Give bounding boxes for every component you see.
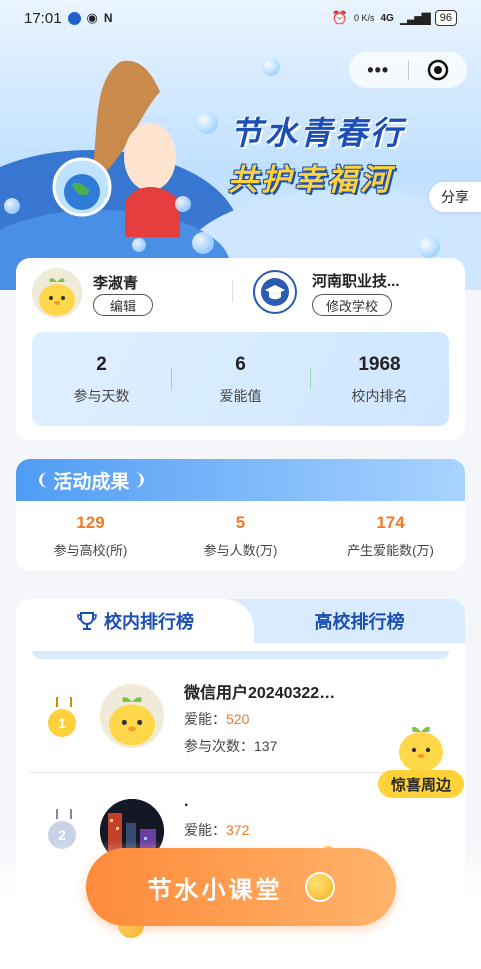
rank-count: 参与次数：137 bbox=[184, 736, 277, 756]
mini-program-capsule: ••• bbox=[349, 52, 467, 88]
bubble bbox=[262, 58, 280, 76]
avatar[interactable] bbox=[32, 268, 82, 318]
surprise-merch-button[interactable]: 惊喜周边 bbox=[378, 716, 464, 798]
result-participants: 5 参与人数(万) bbox=[166, 513, 315, 559]
result-label: 参与人数(万) bbox=[203, 543, 278, 558]
gold-medal-icon: 1 bbox=[48, 697, 76, 737]
rank-number: 1 bbox=[58, 715, 66, 731]
bubble bbox=[196, 112, 218, 134]
stat-value: 1968 bbox=[358, 354, 401, 375]
hero-title-line1: 节水青春行 bbox=[230, 115, 406, 151]
eye-icon: ◉ bbox=[86, 10, 98, 25]
signal-type: 4G bbox=[380, 12, 394, 24]
bubble bbox=[132, 238, 146, 252]
nfc-icon: N bbox=[103, 11, 113, 25]
personal-stats: 2 参与天数 6 爱能值 1968 校内排名 bbox=[32, 332, 449, 426]
tab-university-ranking[interactable]: 高校排行榜 bbox=[254, 599, 465, 643]
avatar bbox=[100, 684, 164, 748]
bubble bbox=[192, 232, 214, 254]
water-class-button[interactable]: 节水小课堂 bbox=[86, 848, 396, 926]
tab-school-ranking[interactable]: 校内排行榜 bbox=[16, 599, 254, 643]
status-bar: 17:01 ◉ N ⏰ 0 K/s 4G ▁▃▅▇ 96 bbox=[0, 0, 481, 36]
activity-results-card: ❨ 活动成果 ❩ 129 参与高校(所) 5 参与人数(万) 174 产生爱能数… bbox=[16, 459, 465, 571]
class-label: 节水小课堂 bbox=[147, 876, 283, 904]
results-header: ❨ 活动成果 ❩ bbox=[16, 459, 465, 501]
hero-title-line2: 共护幸福河 bbox=[228, 164, 393, 197]
location-icon bbox=[67, 11, 81, 25]
stat-days: 2 参与天数 bbox=[32, 332, 171, 426]
surprise-label: 惊喜周边 bbox=[378, 770, 464, 798]
stat-energy: 6 爱能值 bbox=[171, 332, 310, 426]
tab-label: 校内排行榜 bbox=[104, 612, 194, 632]
network-speed: 0 K/s bbox=[353, 13, 375, 23]
orange-icon bbox=[304, 872, 335, 902]
graduation-cap-icon bbox=[261, 278, 289, 306]
stat-label: 参与天数 bbox=[73, 388, 130, 404]
change-school-button[interactable]: 修改学校 bbox=[312, 294, 392, 316]
laurel-right-icon: ❩ bbox=[133, 472, 147, 489]
stat-label: 校内排名 bbox=[351, 388, 408, 404]
stat-label: 爱能值 bbox=[219, 388, 262, 404]
bubble bbox=[4, 198, 20, 214]
profile-card: 李淑青 编辑 河南职业技... 修改学校 2 参与天数 6 爱能值 1968 校… bbox=[16, 258, 465, 440]
close-button[interactable] bbox=[409, 59, 468, 81]
school-logo bbox=[253, 270, 297, 314]
battery-indicator: 96 bbox=[434, 10, 457, 26]
bubble bbox=[418, 236, 440, 258]
status-time: 17:01 bbox=[24, 9, 62, 27]
chick-avatar-icon bbox=[100, 684, 164, 748]
profile-divider bbox=[232, 280, 233, 302]
edit-button[interactable]: 编辑 bbox=[93, 294, 153, 316]
energy-label: 爱能： bbox=[184, 711, 226, 727]
result-universities: 129 参与高校(所) bbox=[16, 513, 165, 559]
alarm-icon: ⏰ bbox=[331, 10, 348, 25]
stat-value: 6 bbox=[235, 354, 246, 375]
energy-label: 爱能： bbox=[184, 822, 226, 838]
energy-value: 372 bbox=[226, 822, 250, 838]
girl-illustration bbox=[52, 60, 180, 237]
chick-mascot-icon bbox=[399, 726, 443, 772]
count-value: 137 bbox=[254, 738, 278, 754]
record-icon bbox=[427, 59, 448, 81]
count-label: 参与次数： bbox=[184, 738, 254, 754]
result-energy: 174 产生爱能数(万) bbox=[316, 513, 465, 559]
rank-energy: 爱能：372 bbox=[184, 820, 249, 840]
stat-value: 2 bbox=[96, 354, 107, 375]
laurel-left-icon: ❨ bbox=[36, 472, 50, 489]
result-value: 5 bbox=[235, 513, 246, 532]
energy-value: 520 bbox=[226, 711, 250, 727]
stat-rank: 1968 校内排名 bbox=[310, 332, 449, 426]
result-value: 174 bbox=[376, 513, 405, 532]
share-button[interactable]: 分享 bbox=[429, 182, 481, 212]
tab-indicator bbox=[32, 651, 449, 659]
signal-icon: ▁▃▅▇ bbox=[399, 11, 431, 25]
ranking-tabs: 校内排行榜 高校排行榜 bbox=[16, 599, 465, 643]
more-button[interactable]: ••• bbox=[349, 60, 408, 81]
bubble bbox=[175, 196, 191, 212]
user-name: 李淑青 bbox=[93, 275, 139, 292]
chick-avatar-icon bbox=[32, 268, 82, 318]
rank-user-name: . bbox=[184, 793, 189, 810]
result-label: 产生爱能数(万) bbox=[347, 543, 434, 558]
school-name: 河南职业技... bbox=[312, 273, 400, 290]
rank-energy: 爱能：520 bbox=[184, 709, 249, 729]
result-value: 129 bbox=[76, 513, 105, 532]
rank-user-name: 微信用户20240322… bbox=[184, 685, 336, 702]
result-label: 参与高校(所) bbox=[53, 543, 128, 558]
trophy-icon bbox=[77, 612, 97, 630]
results-title: 活动成果 bbox=[53, 471, 130, 493]
